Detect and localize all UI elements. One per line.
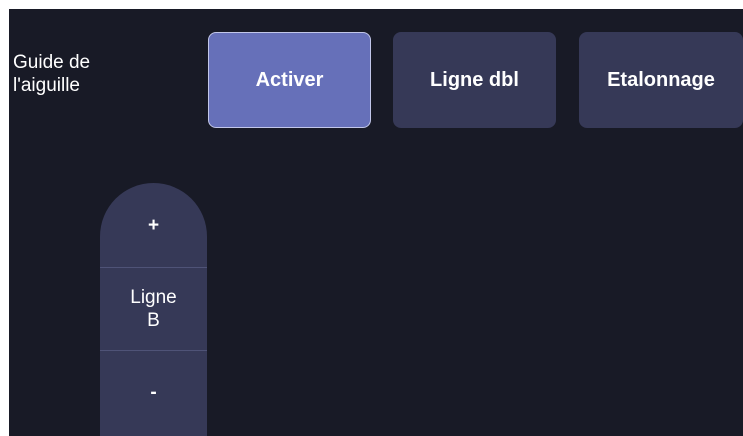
- guide-label: Guide de l'aiguille: [13, 52, 91, 96]
- screen: Guide de l'aiguille Activer Ligne dbl Et…: [9, 9, 743, 436]
- activer-button[interactable]: Activer: [208, 32, 371, 128]
- decrease-button[interactable]: -: [100, 351, 207, 436]
- ligne-dbl-button[interactable]: Ligne dbl: [393, 32, 556, 128]
- line-stepper: + Ligne B -: [100, 183, 207, 436]
- etalonnage-button[interactable]: Etalonnage: [579, 32, 743, 128]
- increase-button[interactable]: +: [100, 183, 207, 267]
- line-value: Ligne B: [100, 267, 207, 351]
